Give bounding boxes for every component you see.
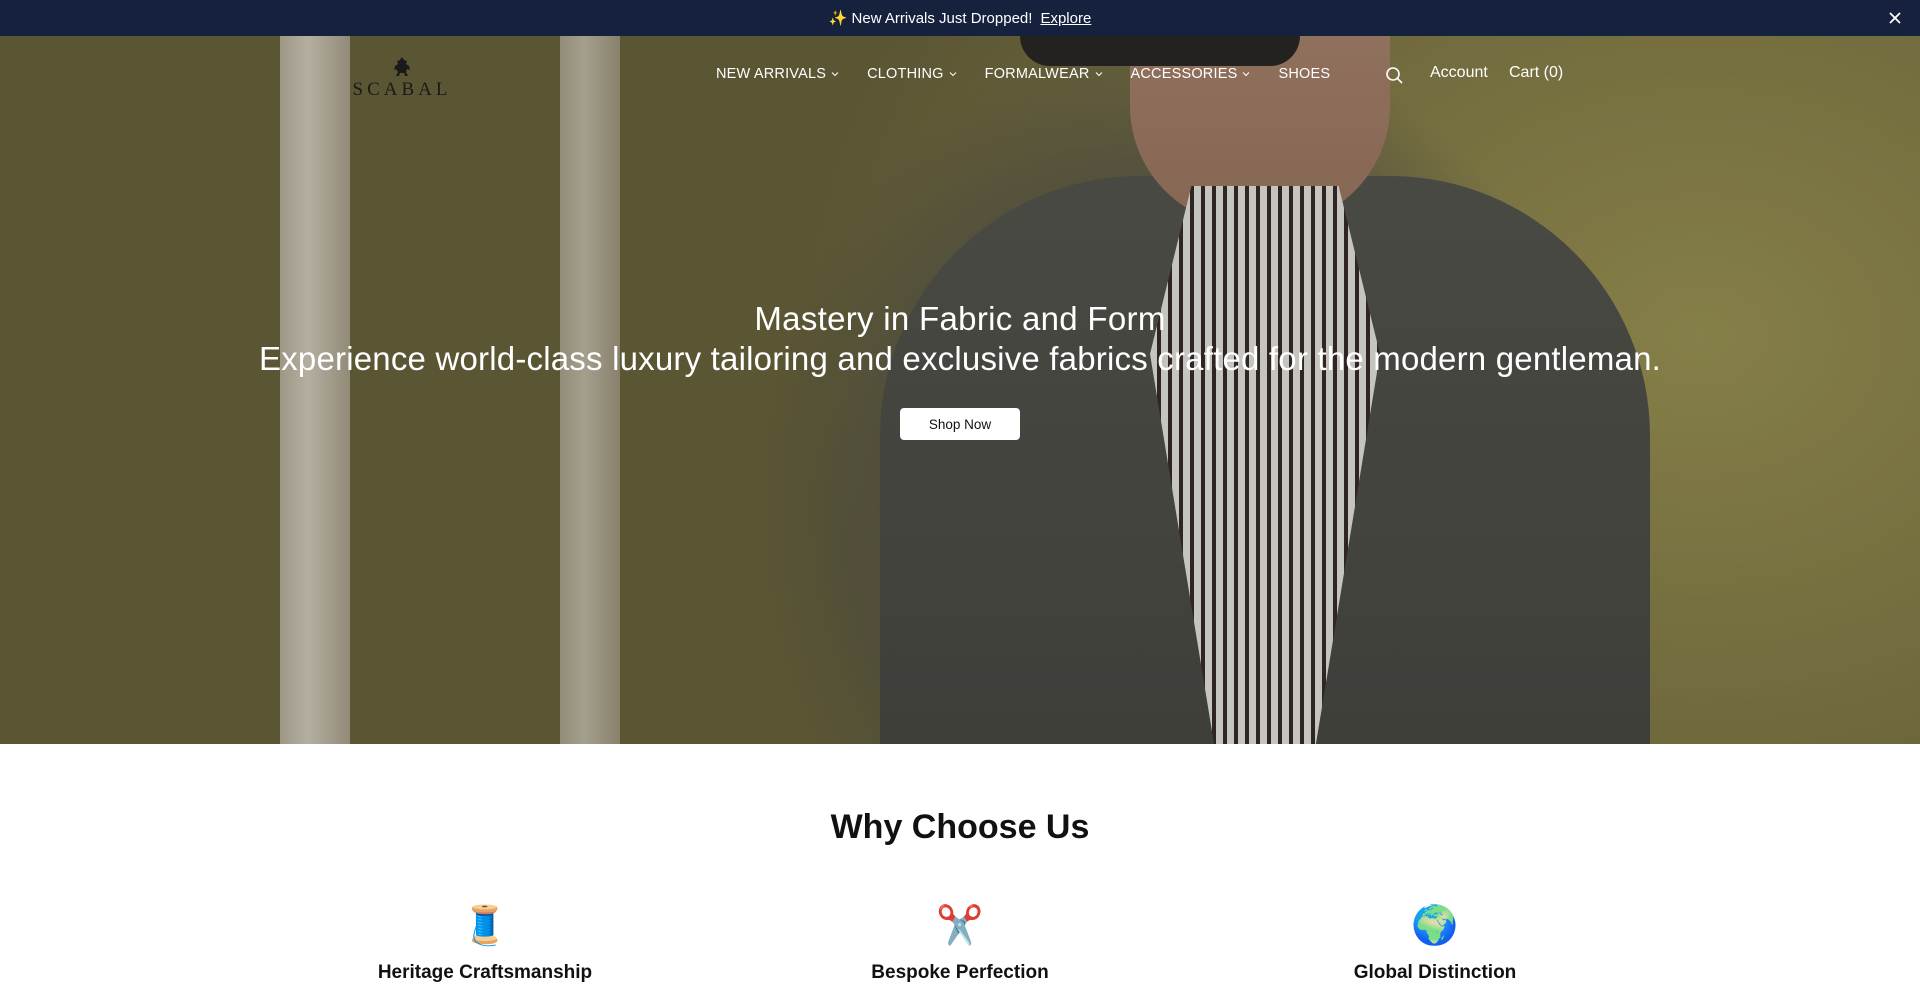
chevron-down-icon <box>1095 72 1102 77</box>
scissors-icon: ✂️ <box>936 903 984 947</box>
site-header: SCABAL NEW ARRIVALS CLOTHING FORMALWEAR … <box>0 36 1920 116</box>
feature-bespoke: ✂️ Bespoke Perfection <box>810 900 1110 984</box>
horse-logo-icon <box>394 57 410 76</box>
nav-item-formalwear[interactable]: FORMALWEAR <box>985 66 1103 82</box>
brand-logo[interactable]: SCABAL <box>350 56 454 102</box>
globe-icon: 🌍 <box>1411 903 1459 947</box>
hero-title: Mastery in Fabric and Form <box>754 300 1166 337</box>
section-title: Why Choose Us <box>830 808 1090 846</box>
nav-item-label: CLOTHING <box>867 66 944 82</box>
hero-content: Mastery in Fabric and Form Experience wo… <box>0 300 1920 378</box>
search-button[interactable] <box>1385 66 1404 85</box>
chevron-down-icon <box>1243 72 1250 77</box>
nav-item-label: FORMALWEAR <box>984 66 1090 82</box>
nav-item-accessories[interactable]: ACCESSORIES <box>1131 66 1251 82</box>
nav-item-label: ACCESSORIES <box>1130 66 1238 82</box>
feature-title: Global Distinction <box>1353 962 1517 983</box>
cart-link[interactable]: Cart (0) <box>1509 64 1563 82</box>
announcement-bar: ✨ New Arrivals Just Dropped! Explore <box>0 0 1920 36</box>
brand-wordmark: SCABAL <box>352 79 452 100</box>
main-nav: NEW ARRIVALS CLOTHING FORMALWEAR ACCESSO… <box>716 66 1358 82</box>
nav-item-label: SHOES <box>1278 66 1331 82</box>
announcement-text: ✨ New Arrivals Just Dropped! <box>828 10 1033 27</box>
account-link[interactable]: Account <box>1430 64 1488 82</box>
hero-subtitle: Experience world-class luxury tailoring … <box>259 340 1661 377</box>
nav-item-clothing[interactable]: CLOTHING <box>867 66 957 82</box>
chevron-down-icon <box>831 72 839 77</box>
feature-heritage: 🧵 Heritage Craftsmanship <box>335 900 635 984</box>
feature-title: Bespoke Perfection <box>871 962 1049 983</box>
nav-item-new-arrivals[interactable]: NEW ARRIVALS <box>716 66 839 82</box>
close-icon[interactable] <box>1886 9 1904 27</box>
feature-global: 🌍 Global Distinction <box>1285 900 1585 984</box>
announcement-explore-link[interactable]: Explore <box>1040 10 1091 27</box>
feature-title: Heritage Craftsmanship <box>377 962 593 983</box>
hero-banner <box>0 36 1920 744</box>
nav-item-label: NEW ARRIVALS <box>716 66 827 82</box>
shop-now-button[interactable]: Shop Now <box>900 408 1020 440</box>
search-icon <box>1386 67 1403 84</box>
chevron-down-icon <box>949 72 956 77</box>
thread-spool-icon: 🧵 <box>461 903 509 947</box>
hero-overlay <box>0 36 1920 744</box>
nav-item-shoes[interactable]: SHOES <box>1278 66 1330 82</box>
